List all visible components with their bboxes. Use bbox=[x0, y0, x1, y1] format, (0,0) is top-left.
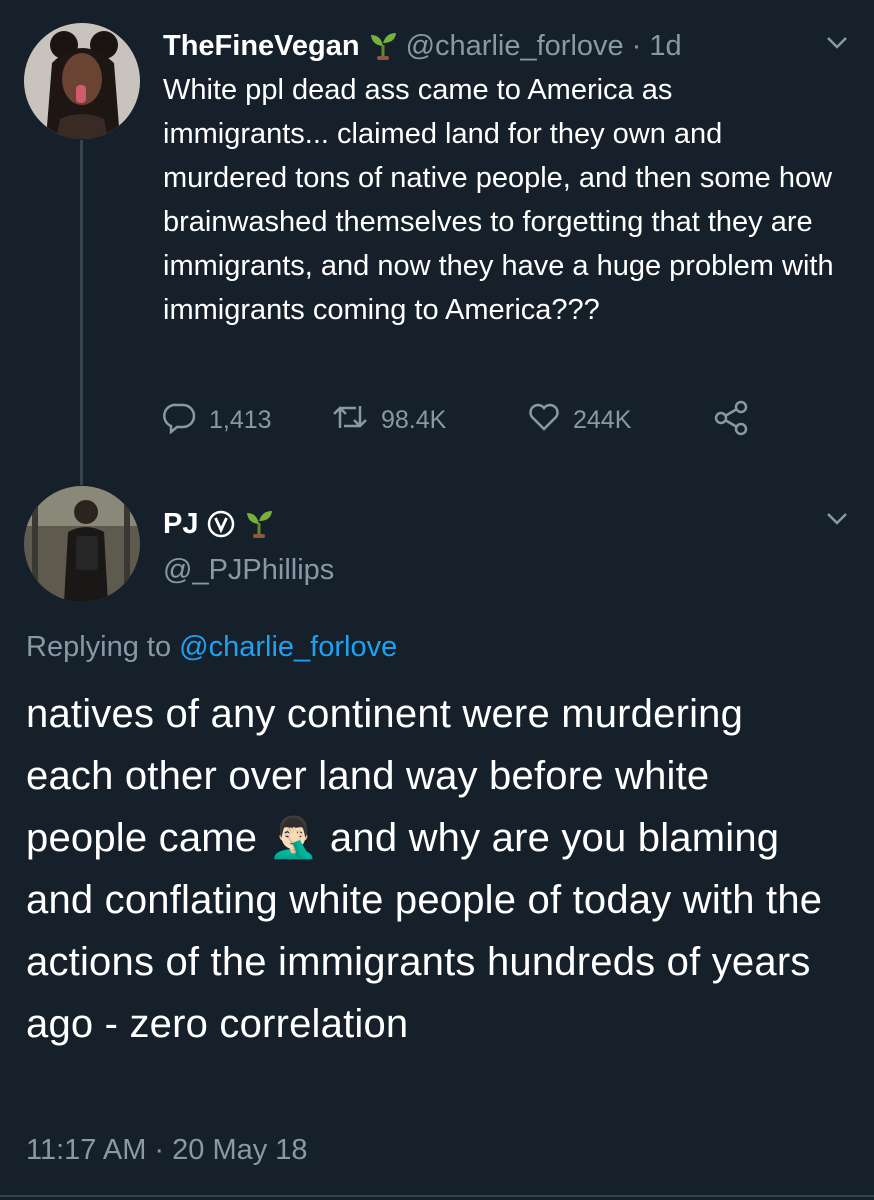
timestamp[interactable]: 1d bbox=[649, 30, 681, 63]
share-icon[interactable] bbox=[713, 400, 749, 441]
facepalm-emoji: 🤦🏻‍♂️ bbox=[268, 816, 319, 860]
handle[interactable]: @_PJPhillips bbox=[163, 550, 334, 590]
seedling-icon bbox=[244, 509, 274, 539]
retweet-icon bbox=[331, 400, 369, 441]
tweet-timestamp[interactable]: 11:17 AM · 20 May 18 bbox=[26, 1130, 308, 1170]
chevron-down-icon[interactable] bbox=[826, 512, 848, 531]
like-count: 244K bbox=[573, 406, 632, 434]
retweet-count: 98.4K bbox=[381, 406, 447, 434]
tweet-text: natives of any continent were murdering … bbox=[26, 683, 826, 1055]
seedling-icon bbox=[368, 31, 398, 61]
retweet-button[interactable]: 98.4K bbox=[331, 400, 446, 441]
circled-v-icon bbox=[206, 509, 236, 539]
replying-to: Replying to @charlie_forlove bbox=[26, 627, 397, 667]
divider bbox=[0, 1195, 874, 1197]
reply-button[interactable]: 1,413 bbox=[163, 400, 272, 441]
display-name[interactable]: PJ bbox=[163, 508, 198, 541]
reply-icon bbox=[163, 400, 197, 441]
thread-line bbox=[80, 140, 83, 485]
avatar[interactable] bbox=[24, 23, 140, 139]
handle[interactable]: @charlie_forlove bbox=[406, 30, 624, 63]
replying-handle-link[interactable]: @charlie_forlove bbox=[179, 631, 397, 663]
separator-dot: · bbox=[631, 29, 642, 62]
tweet-header: PJ bbox=[163, 504, 274, 544]
chevron-down-icon[interactable] bbox=[826, 36, 848, 55]
reply-count: 1,413 bbox=[209, 406, 272, 434]
heart-icon bbox=[527, 400, 561, 441]
replying-prefix: Replying to bbox=[26, 631, 172, 663]
like-button[interactable]: 244K bbox=[527, 400, 631, 441]
display-name[interactable]: TheFineVegan bbox=[163, 30, 360, 63]
tweet-text: White ppl dead ass came to America as im… bbox=[163, 74, 834, 326]
avatar[interactable] bbox=[24, 486, 140, 602]
tweet-header: TheFineVegan @charlie_forlove · 1d bbox=[163, 24, 682, 68]
tweet-actions: 1,413 98.4K 244K bbox=[163, 400, 763, 440]
